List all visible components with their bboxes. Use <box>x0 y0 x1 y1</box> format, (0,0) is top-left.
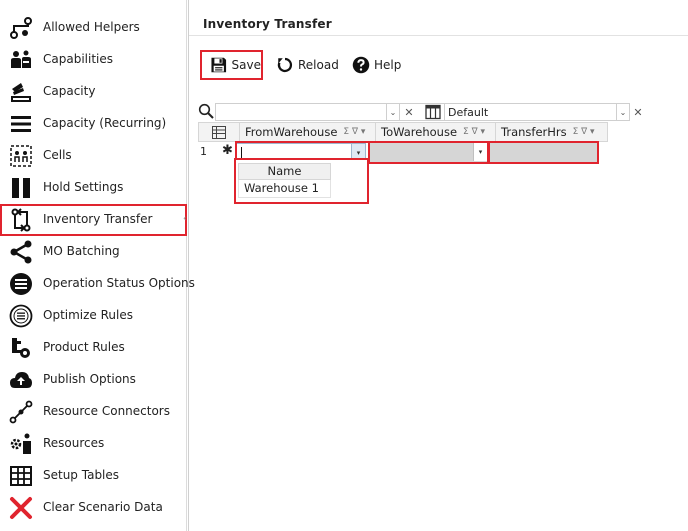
resource-connectors-icon <box>8 400 34 424</box>
sidebar-item-label: Inventory Transfer <box>43 212 153 226</box>
resources-icon <box>8 432 34 456</box>
sidebar-item-capabilities[interactable]: Capabilities <box>0 44 187 76</box>
product-rules-icon <box>8 336 34 360</box>
capacity-recurring-icon <box>8 112 34 136</box>
column-filter-icons[interactable]: Σ ∇ ▾ <box>343 127 365 137</box>
sidebar-item-resources[interactable]: Resources <box>0 428 187 460</box>
sidebar-item-clear-scenario-data[interactable]: Clear Scenario Data <box>0 492 187 524</box>
column-layout-icon[interactable] <box>425 104 441 120</box>
column-header-transferhrs[interactable]: TransferHrs Σ ∇ ▾ <box>496 122 608 142</box>
sidebar-item-label: Clear Scenario Data <box>43 500 163 514</box>
collapse-arrow-icon[interactable]: ‹ <box>183 214 187 224</box>
inventory-transfer-icon <box>8 208 34 232</box>
cells-icon <box>8 144 34 168</box>
sidebar: Allowed Helpers Capabilities Capacity Ca… <box>0 0 195 531</box>
optimize-rules-icon <box>8 304 34 328</box>
column-header-label: TransferHrs <box>501 125 567 139</box>
sidebar-item-label: Allowed Helpers <box>43 20 140 34</box>
operation-status-icon <box>8 272 34 296</box>
layout-clear-icon[interactable]: ✕ <box>631 103 645 121</box>
sidebar-item-label: Capacity <box>43 84 96 98</box>
sidebar-item-label: Resources <box>43 436 105 450</box>
publish-options-icon <box>8 368 34 392</box>
column-filter-icons[interactable]: Σ ∇ ▾ <box>573 127 595 137</box>
sidebar-item-hold-settings[interactable]: Hold Settings <box>0 172 187 204</box>
sidebar-item-label: Product Rules <box>43 340 125 354</box>
grid-corner[interactable] <box>198 122 240 142</box>
sidebar-item-capacity-recurring[interactable]: Capacity (Recurring) <box>0 108 187 140</box>
toolbar: Save Reload Help <box>189 48 688 82</box>
search-clear-icon[interactable]: ✕ <box>402 103 416 121</box>
mo-batching-icon <box>8 240 34 264</box>
column-header-fromwarehouse[interactable]: FromWarehouse Σ ∇ ▾ <box>240 122 376 142</box>
sidebar-item-label: Hold Settings <box>43 180 124 194</box>
sidebar-item-allowed-helpers[interactable]: Allowed Helpers <box>0 12 187 44</box>
reload-label: Reload <box>298 58 339 72</box>
help-icon <box>352 56 370 74</box>
sidebar-item-resource-connectors[interactable]: Resource Connectors <box>0 396 187 428</box>
sidebar-item-capacity[interactable]: Capacity <box>0 76 187 108</box>
sidebar-item-optimize-rules[interactable]: Optimize Rules <box>0 300 187 332</box>
sidebar-item-label: Publish Options <box>43 372 136 386</box>
sidebar-item-cells[interactable]: Cells <box>0 140 187 172</box>
new-row-indicator-icon: ✱ <box>222 143 233 158</box>
sidebar-item-operation-status-options[interactable]: Operation Status Options <box>0 268 195 300</box>
column-header-label: ToWarehouse <box>381 125 458 139</box>
sidebar-item-label: Operation Status Options <box>43 276 195 290</box>
column-header-towarehouse[interactable]: ToWarehouse Σ ∇ ▾ <box>376 122 496 142</box>
row-number: 1 <box>200 145 207 158</box>
grid-chooser-icon <box>212 125 226 139</box>
save-icon <box>211 57 227 73</box>
sidebar-item-label: Setup Tables <box>43 468 120 482</box>
hold-settings-icon <box>8 176 34 200</box>
reload-button[interactable]: Reload <box>276 50 339 80</box>
popup-option-warehouse-1[interactable]: Warehouse 1 <box>238 180 331 198</box>
transferhrs-cell[interactable] <box>488 143 598 163</box>
column-header-label: FromWarehouse <box>245 125 338 139</box>
sidebar-item-label: Capabilities <box>43 52 113 66</box>
warehouse-dropdown-popup: Name Warehouse 1 <box>235 159 369 202</box>
title-bar: Inventory Transfer <box>189 10 688 36</box>
layout-select[interactable]: Default <box>444 103 616 121</box>
sidebar-item-product-rules[interactable]: Product Rules <box>0 332 187 364</box>
allowed-helpers-icon <box>8 16 34 40</box>
sidebar-item-label: Capacity (Recurring) <box>43 116 167 130</box>
save-button[interactable]: Save <box>200 50 263 80</box>
save-label: Save <box>231 58 261 72</box>
sidebar-item-label: Resource Connectors <box>43 404 170 418</box>
search-icon <box>198 103 214 119</box>
popup-column-header: Name <box>238 163 331 180</box>
layout-dropdown-button[interactable]: ⌄ <box>616 103 630 121</box>
sidebar-item-setup-tables[interactable]: Setup Tables <box>0 460 187 492</box>
sidebar-item-inventory-transfer[interactable]: Inventory Transfer <box>0 204 187 236</box>
sidebar-item-mo-batching[interactable]: MO Batching <box>0 236 187 268</box>
sidebar-item-label: MO Batching <box>43 244 120 258</box>
sidebar-item-publish-options[interactable]: Publish Options <box>0 364 187 396</box>
filter-row: ⌄ ✕ Default ⌄ ✕ <box>189 103 688 121</box>
page-title: Inventory Transfer <box>203 17 332 31</box>
main-panel: Inventory Transfer Save Reload Help ⌄ ✕ … <box>188 0 688 531</box>
capabilities-icon <box>8 48 34 72</box>
setup-tables-icon <box>8 464 34 488</box>
help-label: Help <box>374 58 402 72</box>
sidebar-item-label: Optimize Rules <box>43 308 133 322</box>
sidebar-item-label: Cells <box>43 148 72 162</box>
column-filter-icons[interactable]: Σ ∇ ▾ <box>463 127 485 137</box>
towarehouse-cell[interactable]: ▾ <box>368 143 488 163</box>
capacity-icon <box>8 80 34 104</box>
towarehouse-dropdown-button[interactable]: ▾ <box>473 143 487 161</box>
search-dropdown-button[interactable]: ⌄ <box>386 103 400 121</box>
clear-scenario-icon <box>8 496 34 520</box>
help-button[interactable]: Help <box>352 50 401 80</box>
reload-icon <box>277 57 293 73</box>
